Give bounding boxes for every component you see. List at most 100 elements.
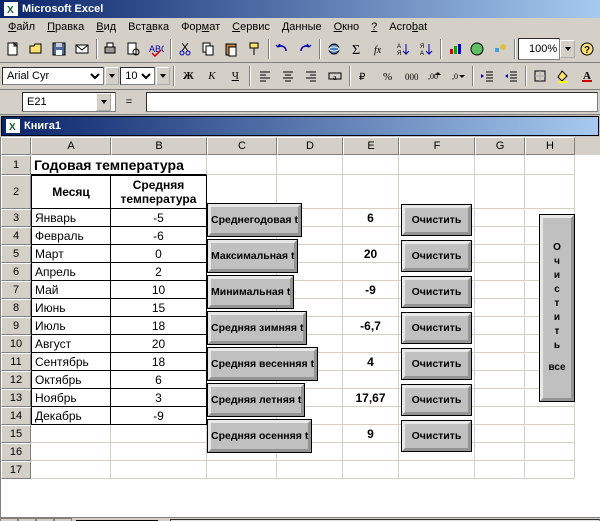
stat-button[interactable]: Средняя осенняя t bbox=[208, 420, 311, 452]
temp-cell[interactable]: 10 bbox=[111, 281, 207, 299]
col-hdr-g[interactable]: G bbox=[475, 137, 525, 155]
save-icon[interactable] bbox=[48, 37, 70, 61]
month-cell[interactable]: Октябрь bbox=[31, 371, 111, 389]
font-size-dropdown[interactable] bbox=[156, 67, 170, 85]
function-icon[interactable]: fx bbox=[369, 37, 391, 61]
dec-indent-icon[interactable] bbox=[476, 64, 498, 88]
undo-icon[interactable] bbox=[272, 37, 294, 61]
month-cell[interactable]: Май bbox=[31, 281, 111, 299]
menu-help[interactable]: ? bbox=[367, 20, 381, 34]
row-hdr[interactable]: 15 bbox=[1, 425, 31, 443]
inc-decimal-icon[interactable]: ,00 bbox=[423, 64, 445, 88]
row-hdr[interactable]: 9 bbox=[1, 317, 31, 335]
autosum-icon[interactable]: Σ bbox=[346, 37, 368, 61]
stat-button[interactable]: Средняя летняя t bbox=[208, 384, 304, 416]
inc-indent-icon[interactable] bbox=[499, 64, 521, 88]
formula-bar[interactable] bbox=[146, 92, 598, 112]
row-hdr[interactable]: 2 bbox=[1, 175, 31, 209]
row-hdr[interactable]: 8 bbox=[1, 299, 31, 317]
month-cell[interactable]: Август bbox=[31, 335, 111, 353]
row-hdr[interactable]: 13 bbox=[1, 389, 31, 407]
temp-cell[interactable]: -6 bbox=[111, 227, 207, 245]
stat-value[interactable]: 6 bbox=[343, 209, 399, 227]
clear-button[interactable]: Очистить bbox=[402, 313, 471, 343]
name-box[interactable]: E21 bbox=[22, 92, 116, 112]
row-hdr[interactable]: 10 bbox=[1, 335, 31, 353]
merge-center-icon[interactable]: a bbox=[324, 64, 346, 88]
fill-color-icon[interactable] bbox=[552, 64, 574, 88]
title-cell[interactable]: Годовая температура bbox=[31, 155, 207, 175]
percent-icon[interactable]: % bbox=[376, 64, 398, 88]
align-right-icon[interactable] bbox=[300, 64, 322, 88]
stat-button[interactable]: Средняя весенняя t bbox=[208, 348, 317, 380]
stat-button[interactable]: Минимальная t bbox=[208, 276, 293, 308]
stat-value[interactable] bbox=[343, 443, 399, 461]
align-left-icon[interactable] bbox=[253, 64, 275, 88]
stat-button[interactable]: Среднегодовая t bbox=[208, 204, 301, 236]
underline-icon[interactable]: Ч bbox=[224, 64, 246, 88]
stat-value[interactable]: -9 bbox=[343, 281, 399, 299]
row-hdr[interactable]: 14 bbox=[1, 407, 31, 425]
month-cell[interactable]: Декабрь bbox=[31, 407, 111, 425]
stat-value[interactable] bbox=[343, 227, 399, 245]
zoom-dropdown[interactable] bbox=[560, 40, 575, 58]
row-hdr[interactable]: 1 bbox=[1, 155, 31, 175]
temp-cell[interactable]: 18 bbox=[111, 353, 207, 371]
zoom-input[interactable] bbox=[518, 38, 560, 60]
row-hdr[interactable]: 16 bbox=[1, 443, 31, 461]
menu-data[interactable]: Данные bbox=[278, 20, 326, 34]
month-cell[interactable]: Февраль bbox=[31, 227, 111, 245]
row-hdr[interactable]: 17 bbox=[1, 461, 31, 479]
paste-icon[interactable] bbox=[220, 37, 242, 61]
clear-button[interactable]: Очистить bbox=[402, 241, 471, 271]
temp-cell[interactable]: 6 bbox=[111, 371, 207, 389]
print-icon[interactable] bbox=[99, 37, 121, 61]
row-hdr[interactable]: 12 bbox=[1, 371, 31, 389]
align-center-icon[interactable] bbox=[277, 64, 299, 88]
stat-value[interactable] bbox=[343, 371, 399, 389]
open-icon[interactable] bbox=[25, 37, 47, 61]
row-hdr[interactable]: 3 bbox=[1, 209, 31, 227]
menu-edit[interactable]: Правка bbox=[43, 20, 88, 34]
map-icon[interactable] bbox=[466, 37, 488, 61]
clear-button[interactable]: Очистить bbox=[402, 205, 471, 235]
col-hdr-b[interactable]: B bbox=[111, 137, 207, 155]
temp-cell[interactable]: 2 bbox=[111, 263, 207, 281]
clear-button[interactable]: Очистить bbox=[402, 421, 471, 451]
menu-view[interactable]: Вид bbox=[92, 20, 120, 34]
formula-equals-icon[interactable]: = bbox=[120, 93, 138, 111]
temp-cell[interactable]: 0 bbox=[111, 245, 207, 263]
col-hdr-h[interactable]: H bbox=[525, 137, 575, 155]
header-avgtemp[interactable]: Средняя температура bbox=[111, 175, 207, 209]
borders-icon[interactable] bbox=[529, 64, 551, 88]
col-hdr-e[interactable]: E bbox=[343, 137, 399, 155]
menu-format[interactable]: Формат bbox=[177, 20, 224, 34]
menu-tools[interactable]: Сервис bbox=[228, 20, 274, 34]
month-cell[interactable]: Январь bbox=[31, 209, 111, 227]
stat-value[interactable] bbox=[343, 299, 399, 317]
stat-value[interactable]: -6,7 bbox=[343, 317, 399, 335]
chart-icon[interactable] bbox=[444, 37, 466, 61]
stat-value[interactable]: 4 bbox=[343, 353, 399, 371]
temp-cell[interactable]: -5 bbox=[111, 209, 207, 227]
month-cell[interactable]: Сентябрь bbox=[31, 353, 111, 371]
menu-window[interactable]: Окно bbox=[330, 20, 364, 34]
temp-cell[interactable]: 3 bbox=[111, 389, 207, 407]
temp-cell[interactable]: 20 bbox=[111, 335, 207, 353]
copy-icon[interactable] bbox=[197, 37, 219, 61]
font-name-select[interactable]: Arial Cyr bbox=[2, 67, 104, 85]
bold-icon[interactable]: Ж bbox=[177, 64, 199, 88]
header-month[interactable]: Месяц bbox=[31, 175, 111, 209]
row-hdr[interactable]: 4 bbox=[1, 227, 31, 245]
hyperlink-icon[interactable] bbox=[323, 37, 345, 61]
menu-insert[interactable]: Вставка bbox=[124, 20, 173, 34]
dec-decimal-icon[interactable]: ,0 bbox=[447, 64, 469, 88]
row-hdr[interactable]: 5 bbox=[1, 245, 31, 263]
col-hdr-d[interactable]: D bbox=[277, 137, 343, 155]
temp-cell[interactable]: -9 bbox=[111, 407, 207, 425]
menu-file[interactable]: Файл bbox=[4, 20, 39, 34]
currency-icon[interactable]: ₽ bbox=[353, 64, 375, 88]
cut-icon[interactable] bbox=[174, 37, 196, 61]
stat-value[interactable]: 17,67 bbox=[343, 389, 399, 407]
col-hdr-c[interactable]: C bbox=[207, 137, 277, 155]
